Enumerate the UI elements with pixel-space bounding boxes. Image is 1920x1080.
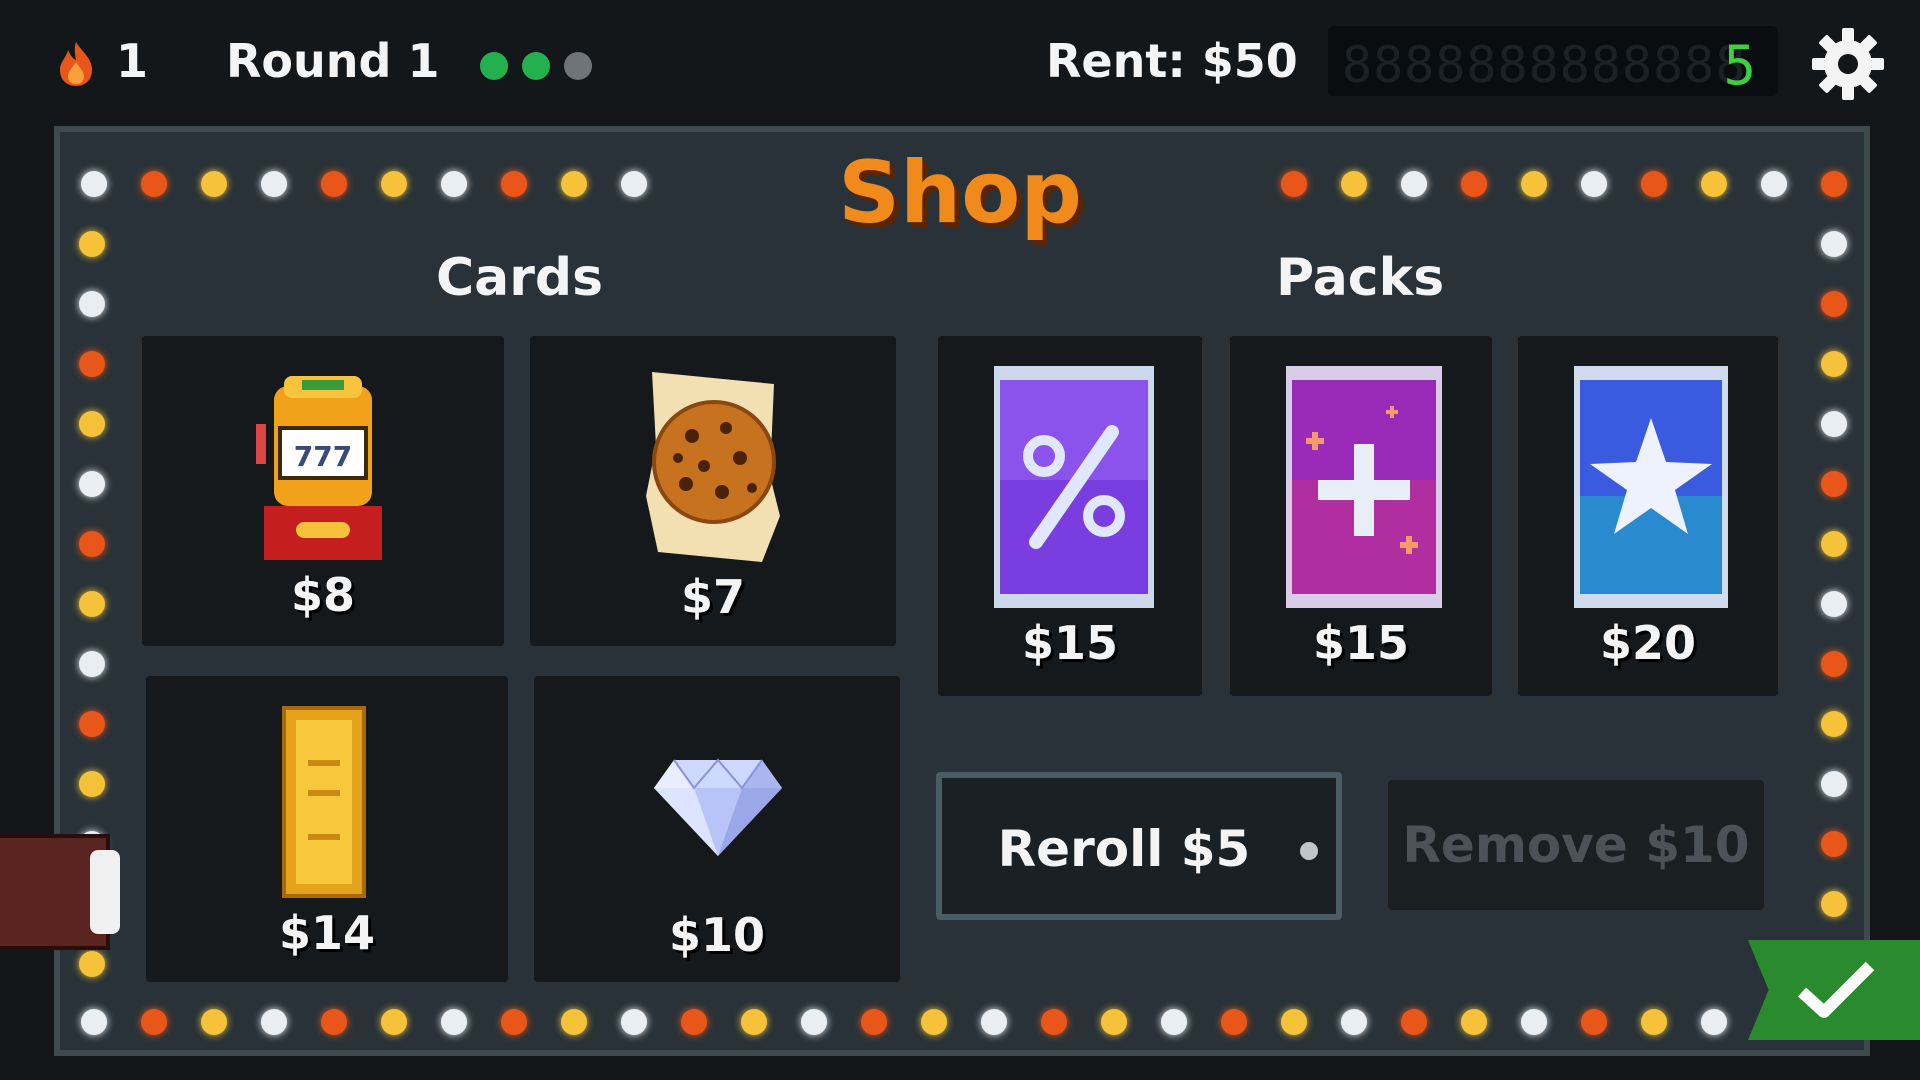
marquee-bulb: [1821, 531, 1847, 557]
marquee-bulb: [741, 1009, 767, 1035]
marquee-bulb: [79, 351, 105, 377]
marquee-bulb: [441, 1009, 467, 1035]
top-bar: 1 Round 1 Rent: $50 8888888888888 5: [0, 0, 1920, 128]
marquee-bulb: [1281, 1009, 1307, 1035]
remove-button[interactable]: Remove $10: [1388, 780, 1764, 910]
card-price: $10: [668, 908, 766, 962]
marquee-bulb: [1821, 351, 1847, 377]
remove-label: Remove $10: [1402, 816, 1750, 874]
wallet-flap: [90, 850, 120, 934]
marquee-bulb: [1821, 291, 1847, 317]
marquee-bulb: [1821, 651, 1847, 677]
marquee-bulb: [1461, 1009, 1487, 1035]
marquee-bulb: [1401, 1009, 1427, 1035]
cards-heading: Cards: [436, 248, 604, 308]
marquee-bulb: [79, 771, 105, 797]
marquee-bulb: [79, 651, 105, 677]
progress-dot: [522, 52, 550, 80]
card-slot-slot-machine[interactable]: 777 $8: [142, 336, 504, 646]
marquee-bulb: [201, 1009, 227, 1035]
reroll-label: Reroll $5: [997, 820, 1251, 878]
pack-slot-plus[interactable]: $15: [1230, 336, 1492, 696]
progress-dot: [480, 52, 508, 80]
card-slot-gold-bar[interactable]: $14: [146, 676, 508, 982]
slot-reels-text: 777: [294, 440, 352, 473]
marquee-bulb: [141, 1009, 167, 1035]
checkmark-icon: [1797, 961, 1875, 1018]
pack-slot-star[interactable]: $20: [1518, 336, 1778, 696]
pack-price: $20: [1599, 616, 1697, 670]
plus-icon: [1286, 366, 1442, 608]
diamond-icon: [654, 758, 782, 856]
rent-label: Rent: $50: [1046, 34, 1298, 88]
marquee-bulb: [561, 1009, 587, 1035]
marquee-bulb: [261, 1009, 287, 1035]
card-slot-diamond[interactable]: $10: [534, 676, 900, 982]
marquee-bulb: [1821, 471, 1847, 497]
marquee-bulb: [1821, 831, 1847, 857]
pack-price: $15: [1021, 616, 1119, 670]
marquee-bulb: [1581, 1009, 1607, 1035]
marquee-bulb: [681, 1009, 707, 1035]
marquee-bulb: [981, 1009, 1007, 1035]
card-price: $8: [290, 568, 355, 622]
marquee-bulb: [1221, 1009, 1247, 1035]
marquee-bulb: [501, 1009, 527, 1035]
marquee-bulb: [381, 1009, 407, 1035]
reroll-button[interactable]: Reroll $5: [936, 772, 1342, 920]
marquee-bulb: [79, 291, 105, 317]
marquee-bulb: [1701, 1009, 1727, 1035]
card-price: $7: [680, 570, 745, 624]
marquee-bulb: [1821, 891, 1847, 917]
pack-slot-percent[interactable]: $15: [938, 336, 1202, 696]
marquee-bulb: [1521, 1009, 1547, 1035]
star-icon: [1574, 366, 1728, 608]
progress-dot: [564, 52, 592, 80]
marquee-bulb: [861, 1009, 887, 1035]
confirm-button[interactable]: [1748, 940, 1920, 1040]
card-price: $14: [278, 906, 376, 960]
marquee-bulb: [1341, 1009, 1367, 1035]
marquee-bulb: [79, 591, 105, 617]
gear-icon[interactable]: [1810, 26, 1886, 102]
marquee-bulb: [79, 531, 105, 557]
marquee-bulb: [79, 471, 105, 497]
marquee-bulb: [1821, 411, 1847, 437]
pack-price: $15: [1312, 616, 1410, 670]
marquee-bulb: [1041, 1009, 1067, 1035]
marquee-bulb: [1821, 711, 1847, 737]
marquee-bulb: [79, 711, 105, 737]
marquee-bulb: [1821, 591, 1847, 617]
money-counter: 8888888888888 5: [1328, 26, 1778, 96]
marquee-bulb: [79, 411, 105, 437]
reroll-indicator: [1300, 842, 1318, 860]
gold-bar-icon: [282, 706, 366, 898]
marquee-bulb: [321, 1009, 347, 1035]
counter-ghost-digits: 8888888888888: [1342, 36, 1747, 94]
round-progress: [480, 52, 592, 80]
card-slot-cookie[interactable]: $7: [530, 336, 896, 646]
slot-machine-icon: 777: [256, 376, 382, 560]
flame-icon: [60, 42, 92, 86]
percent-icon: [994, 366, 1154, 608]
counter-digit: 5: [1723, 34, 1756, 96]
wallet-icon[interactable]: [0, 834, 120, 950]
shop-title: Shop: [838, 143, 1082, 243]
cookie-icon: [646, 372, 780, 562]
marquee-bulb: [1641, 1009, 1667, 1035]
marquee-bulb: [79, 951, 105, 977]
marquee-bulb: [801, 1009, 827, 1035]
round-label: Round 1: [226, 34, 440, 88]
marquee-bulb: [1161, 1009, 1187, 1035]
packs-heading: Packs: [1276, 248, 1445, 308]
marquee-bulb: [81, 1009, 107, 1035]
marquee-bulb: [1101, 1009, 1127, 1035]
lives-count: 1: [116, 34, 149, 88]
marquee-bulb: [621, 1009, 647, 1035]
marquee-bulb: [1821, 771, 1847, 797]
marquee-bulb: [921, 1009, 947, 1035]
